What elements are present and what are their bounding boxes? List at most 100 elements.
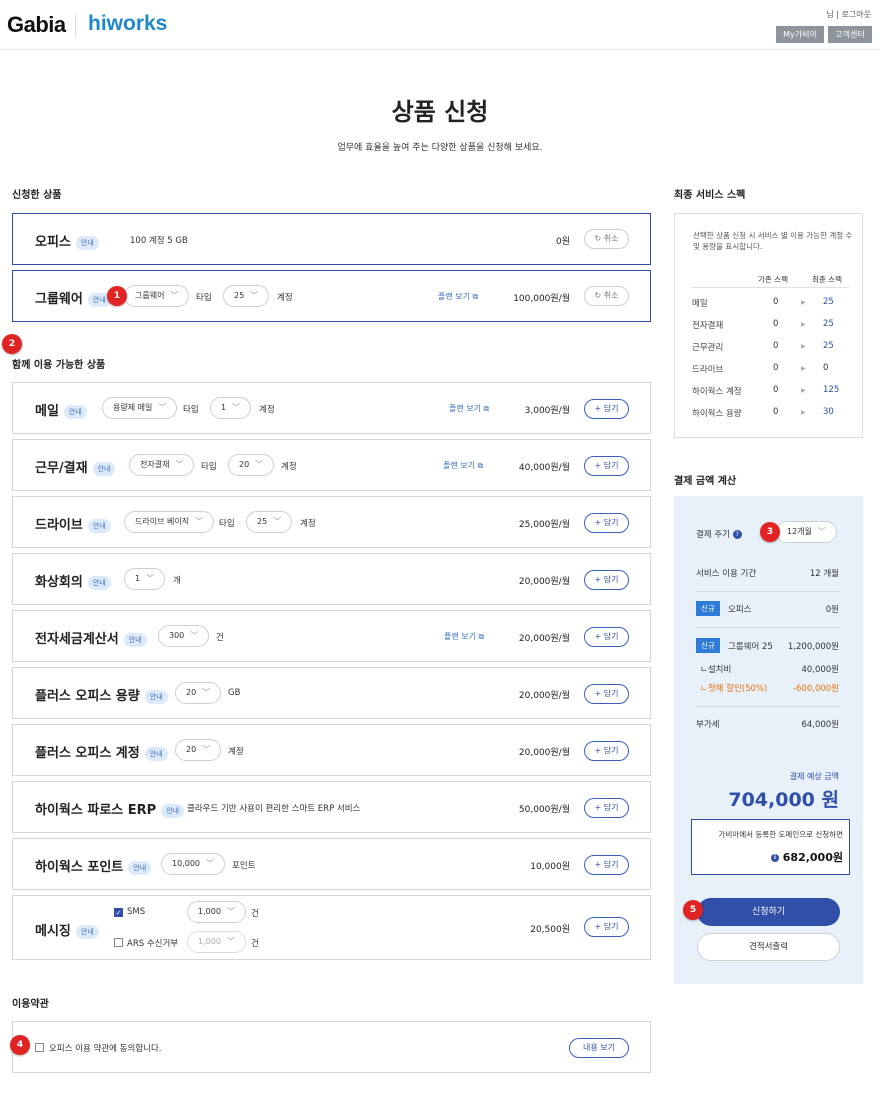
- external-link-icon: ⧉: [477, 461, 484, 470]
- approval-count-select[interactable]: 20 ﹀: [228, 454, 275, 476]
- add-to-cart-button[interactable]: + 담기: [584, 513, 629, 533]
- unit-label: 계정: [281, 462, 297, 472]
- drive-type-select[interactable]: 드라이브 베이직 ﹀: [124, 511, 215, 533]
- groupware-count-select[interactable]: 25 ﹀: [223, 285, 270, 307]
- my-gabia-button[interactable]: My가비아: [776, 26, 824, 43]
- info-badge[interactable]: 안내: [87, 518, 111, 533]
- period-value: 12 개월: [809, 569, 839, 579]
- page-subtitle: 업무에 효율을 높여 주는 다양한 상품을 신청해 보세요.: [337, 143, 543, 153]
- plan-link[interactable]: 플랜 보기 ⧉: [449, 403, 489, 414]
- info-badge[interactable]: 안내: [63, 404, 87, 419]
- ars-count-select[interactable]: 1,000 ﹀: [187, 931, 246, 953]
- unit-label: 계정: [259, 405, 275, 415]
- info-badge[interactable]: 안내: [123, 632, 147, 647]
- user-links[interactable]: 님 | 로그아웃: [826, 9, 871, 20]
- top-header: Gabia hiworks 님 | 로그아웃 My가비아 고객센터: [0, 0, 880, 50]
- info-badge[interactable]: 안내: [144, 689, 168, 704]
- product-name: 하이웍스 포인트 안내: [35, 856, 152, 875]
- point-count-select[interactable]: 10,000 ﹀: [161, 853, 225, 875]
- cancel-button[interactable]: ↻ 취소: [584, 286, 629, 306]
- drive-count-select[interactable]: 25 ﹀: [246, 511, 293, 533]
- arrow-icon: ▶: [801, 387, 806, 394]
- office-desc: 100 계정 5 GB: [130, 236, 188, 246]
- drive-price: 25,000원/월: [518, 520, 570, 530]
- undo-icon: ↻: [594, 291, 602, 300]
- spec-divider: [691, 287, 849, 288]
- plan-link[interactable]: 플랜 보기 ⧉: [443, 460, 483, 471]
- chevron-down-icon: ﹀: [190, 631, 199, 640]
- sms-unit: 건: [251, 909, 259, 919]
- office-value: 0원: [825, 605, 839, 615]
- groupware-type-select[interactable]: 그룹웨어 ﹀: [124, 285, 190, 307]
- add-to-cart-button[interactable]: + 담기: [584, 399, 629, 419]
- product-card-tax: 전자세금계산서 안내 300 ﹀ 건 플랜 보기 ⧉ 20,000원/월 + 담기: [12, 610, 651, 662]
- plan-link[interactable]: 플랜 보기 ⧉: [438, 291, 478, 302]
- info-badge[interactable]: 안내: [128, 860, 152, 875]
- chevron-down-icon: ﹀: [202, 688, 211, 697]
- mail-count-select[interactable]: 1 ﹀: [210, 397, 252, 419]
- ars-checkbox[interactable]: [114, 938, 123, 947]
- mail-type-select[interactable]: 용량제 메일 ﹀: [102, 397, 178, 419]
- info-badge[interactable]: 안내: [75, 235, 99, 250]
- cancel-button[interactable]: ↻ 취소: [584, 229, 629, 249]
- info-badge[interactable]: 안내: [161, 803, 185, 818]
- video-count-select[interactable]: 1 ﹀: [124, 568, 166, 590]
- terms-section-title: 이용약관: [12, 999, 49, 1010]
- plus-storage-count-select[interactable]: 20 ﹀: [175, 682, 222, 704]
- product-name: 드라이브 안내: [35, 514, 111, 533]
- add-to-cart-button[interactable]: + 담기: [584, 917, 629, 937]
- tax-count-select[interactable]: 300 ﹀: [158, 625, 210, 647]
- cycle-select[interactable]: 12개월 ﹀: [776, 521, 837, 543]
- add-to-cart-button[interactable]: + 담기: [584, 456, 629, 476]
- add-to-cart-button[interactable]: + 담기: [584, 741, 629, 761]
- spec-row: 전자결재 0 ▶ 25: [692, 319, 834, 331]
- product-name: 플러스 오피스 계정 안내: [35, 742, 168, 761]
- unit-label: 건: [216, 633, 224, 643]
- info-badge[interactable]: 안내: [87, 575, 111, 590]
- approval-type-select[interactable]: 전자결재 ﹀: [129, 454, 195, 476]
- domain-note: 가비아에서 등록한 도메인으로 신청하면: [718, 830, 843, 839]
- hiworks-logo[interactable]: hiworks: [88, 12, 167, 36]
- info-badge[interactable]: 안내: [144, 746, 168, 761]
- groupware-label: 그룹웨어 25: [728, 642, 773, 652]
- unit-label: GB: [228, 688, 241, 698]
- unit-label: 계정: [228, 747, 244, 757]
- add-to-cart-button[interactable]: + 담기: [584, 855, 629, 875]
- vat-value: 64,000원: [801, 720, 839, 730]
- plus-account-count-select[interactable]: 20 ﹀: [175, 739, 222, 761]
- view-terms-button[interactable]: 내용 보기: [569, 1038, 629, 1058]
- add-to-cart-button[interactable]: + 담기: [584, 684, 629, 704]
- chevron-down-icon: ﹀: [146, 574, 155, 583]
- apply-button[interactable]: 신청하기: [697, 898, 840, 926]
- discount-value: -600,000원: [792, 684, 839, 694]
- payment-section-title: 결제 금액 계산: [674, 476, 737, 487]
- add-to-cart-button[interactable]: + 담기: [584, 570, 629, 590]
- mail-price: 3,000원/월: [524, 406, 570, 416]
- support-button[interactable]: 고객센터: [828, 26, 872, 43]
- messaging-price: 20,500원: [530, 925, 570, 935]
- add-to-cart-button[interactable]: + 담기: [584, 798, 629, 818]
- plan-link[interactable]: 플랜 보기 ⧉: [444, 631, 484, 642]
- chevron-down-icon: ﹀: [232, 403, 241, 412]
- gabia-logo[interactable]: Gabia: [7, 12, 66, 38]
- annotation-marker-2: 2: [2, 334, 22, 354]
- chevron-down-icon: ﹀: [226, 907, 235, 916]
- info-badge[interactable]: 안내: [92, 461, 116, 476]
- spec-col-final: 최종 스펙: [812, 275, 842, 284]
- chevron-down-icon: ﹀: [817, 527, 826, 536]
- add-to-cart-button[interactable]: + 담기: [584, 627, 629, 647]
- sms-count-select[interactable]: 1,000 ﹀: [187, 901, 246, 923]
- print-quote-button[interactable]: 견적서출력: [697, 933, 840, 961]
- applied-office-card: 오피스 안내 100 계정 5 GB 0원 ↻ 취소: [12, 213, 651, 265]
- ars-label: ARS 수신거부: [127, 939, 179, 949]
- sms-checkbox[interactable]: ✓: [114, 908, 123, 917]
- divider: [696, 627, 840, 628]
- applied-section-title: 신청한 상품: [12, 190, 62, 201]
- info-badge[interactable]: 안내: [75, 924, 99, 939]
- annotation-marker-5: 5: [683, 900, 703, 920]
- annotation-marker-1: 1: [107, 286, 127, 306]
- product-name: 하이웍스 파로스 ERP 안내: [35, 799, 185, 818]
- terms-agree-checkbox[interactable]: [35, 1043, 44, 1052]
- spec-row: 근무관리 0 ▶ 25: [692, 341, 834, 353]
- arrow-icon: ▶: [801, 409, 806, 416]
